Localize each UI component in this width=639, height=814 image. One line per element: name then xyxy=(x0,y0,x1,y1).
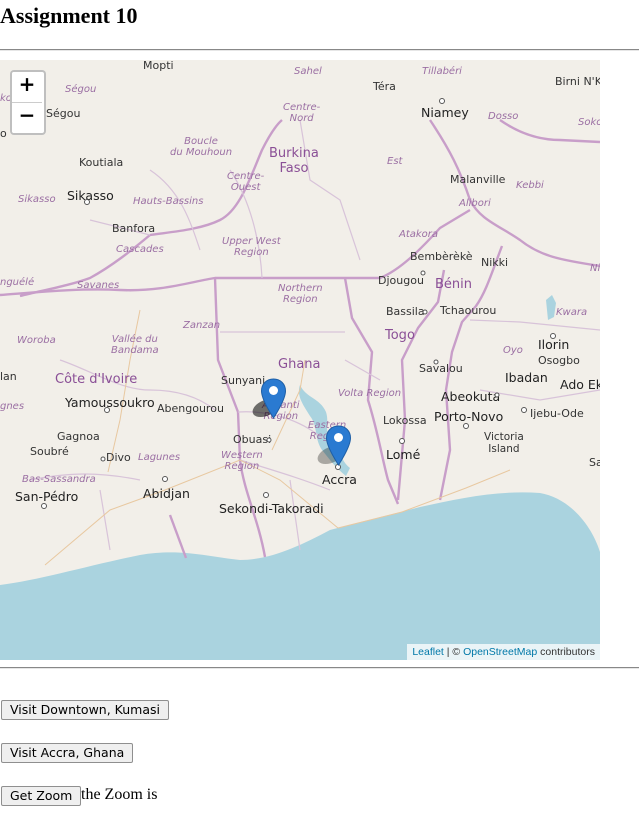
label-soko: Soko xyxy=(578,117,600,128)
label-atakora: Atakora xyxy=(399,229,439,240)
label-left-o: o xyxy=(0,127,7,140)
label-lagunes: Lagunes xyxy=(138,452,181,463)
label-niamey: Niamey xyxy=(421,105,469,120)
bottom-divider xyxy=(0,667,639,669)
label-kebbi: Kebbi xyxy=(516,180,544,191)
label-savalou: Savalou xyxy=(419,362,463,375)
label-ado: Ado Ek xyxy=(560,377,600,392)
label-togo: Togo xyxy=(385,328,415,343)
label-banfora: Banfora xyxy=(112,222,156,235)
label-left-nguele: nguélé xyxy=(0,277,35,288)
label-malanville: Malanville xyxy=(450,173,506,186)
label-mopti: Mopti xyxy=(143,60,174,72)
label-volta: Volta Region xyxy=(338,388,402,399)
label-djougou: Djougou xyxy=(378,274,424,287)
label-soubre: Soubré xyxy=(30,445,69,458)
label-yamoussoukro: Yamoussoukro xyxy=(65,395,155,410)
label-tchaourou: Tchaourou xyxy=(440,304,497,317)
marker-pin-icon xyxy=(317,425,352,466)
label-ilorin: Ilorin xyxy=(538,337,570,352)
label-bembereke: Bembèrèkè xyxy=(410,250,473,263)
label-dosso: Dosso xyxy=(488,111,519,122)
label-porto-novo: Porto-Novo xyxy=(434,409,504,424)
label-lome: Lomé xyxy=(386,447,421,462)
label-koutiala: Koutiala xyxy=(79,156,124,169)
label-boucle: Boucle du Mouhoun xyxy=(170,136,233,158)
label-kwara: Kwara xyxy=(556,307,588,318)
label-san-pedro: San-Pédro xyxy=(15,489,79,504)
label-ghana: Ghana xyxy=(278,357,321,372)
label-bassila: Bassila xyxy=(386,305,425,318)
label-western: Western Region xyxy=(221,450,263,472)
label-osogbo: Osogbo xyxy=(538,354,580,367)
label-centre-nord: Centre- Nord xyxy=(283,102,321,124)
label-sekondi: Sekondi-Takoradi xyxy=(219,501,324,516)
label-hauts-bassins: Hauts-Bassins xyxy=(133,196,204,207)
label-left-lan: lan xyxy=(0,370,17,383)
label-segou: Ségou xyxy=(46,107,81,120)
label-divo: Divo xyxy=(106,451,131,464)
marker-kumasi[interactable] xyxy=(252,378,287,419)
label-ibadan: Ibadan xyxy=(505,370,548,385)
label-obuasi: Obuasi xyxy=(233,433,272,446)
attribution-suffix: contributors xyxy=(537,646,595,658)
label-oyo: Oyo xyxy=(503,345,523,356)
label-abeokuta: Abeokuta xyxy=(441,389,501,404)
marker-accra[interactable] xyxy=(317,425,352,466)
label-lokossa: Lokossa xyxy=(383,414,427,427)
attribution-separator: | © xyxy=(443,646,464,658)
label-nikki: Nikki xyxy=(481,256,509,269)
label-centre-ouest: Centre- Ouest xyxy=(227,171,265,193)
visit-accra-button[interactable]: Visit Accra, Ghana xyxy=(1,743,134,763)
label-tillaberi: Tillabéri xyxy=(422,66,462,77)
osm-link[interactable]: OpenStreetMap xyxy=(463,646,537,658)
label-zanzan: Zanzan xyxy=(183,320,221,331)
marker-pin-icon xyxy=(252,378,287,419)
label-abidjan: Abidjan xyxy=(143,486,190,501)
label-sikasso-region: Sikasso xyxy=(18,194,56,205)
map[interactable]: Mopti Ségou Ségou Sahel Tillabéri Téra B… xyxy=(0,60,600,660)
label-northern: Northern Region xyxy=(278,283,323,305)
visit-kumasi-button[interactable]: Visit Downtown, Kumasi xyxy=(1,700,169,720)
label-victoria: Victoria Island xyxy=(484,431,524,455)
map-attribution: Leaflet | © OpenStreetMap contributors xyxy=(407,644,600,660)
label-cote: Côte d'Ivoire xyxy=(55,372,138,387)
zoom-control: + − xyxy=(10,70,46,135)
label-savanes: Savanes xyxy=(77,280,120,291)
zoom-out-button[interactable]: − xyxy=(12,103,42,133)
label-ni: Ni xyxy=(590,263,600,274)
zoom-text: the Zoom is xyxy=(81,786,158,803)
label-upper-west: Upper West Region xyxy=(222,236,281,258)
label-sahel: Sahel xyxy=(294,66,322,77)
leaflet-link[interactable]: Leaflet xyxy=(412,646,444,658)
get-zoom-button[interactable]: Get Zoom xyxy=(1,786,82,806)
label-est: Est xyxy=(387,156,403,167)
label-tera: Téra xyxy=(373,80,396,93)
label-accra: Accra xyxy=(322,472,357,487)
sea xyxy=(0,492,600,660)
label-sunyani: Sunyani xyxy=(221,374,266,387)
label-cascades: Cascades xyxy=(116,244,164,255)
label-gagnoa: Gagnoa xyxy=(57,430,100,443)
label-alibori: Alibori xyxy=(459,198,491,209)
label-sa: Sa xyxy=(589,456,600,469)
label-vallee: Vallée du Bandama xyxy=(111,334,159,356)
page-title: Assignment 10 xyxy=(0,3,138,28)
label-benin: Bénin xyxy=(435,277,473,292)
label-woroba: Woroba xyxy=(17,335,56,346)
label-abengourou: Abengourou xyxy=(157,402,224,415)
label-burkina: Burkina Faso xyxy=(269,146,319,176)
top-divider xyxy=(0,49,639,51)
label-birni: Birni N'Ko xyxy=(555,75,600,88)
label-left-gnes: gnes xyxy=(0,401,25,412)
label-sikasso: Sikasso xyxy=(67,188,114,203)
label-bas-sassandra: Bas-Sassandra xyxy=(22,474,96,485)
label-ijebu: Ijebu-Ode xyxy=(530,407,584,420)
label-segou-region: Ségou xyxy=(65,84,97,95)
zoom-in-button[interactable]: + xyxy=(12,72,42,103)
